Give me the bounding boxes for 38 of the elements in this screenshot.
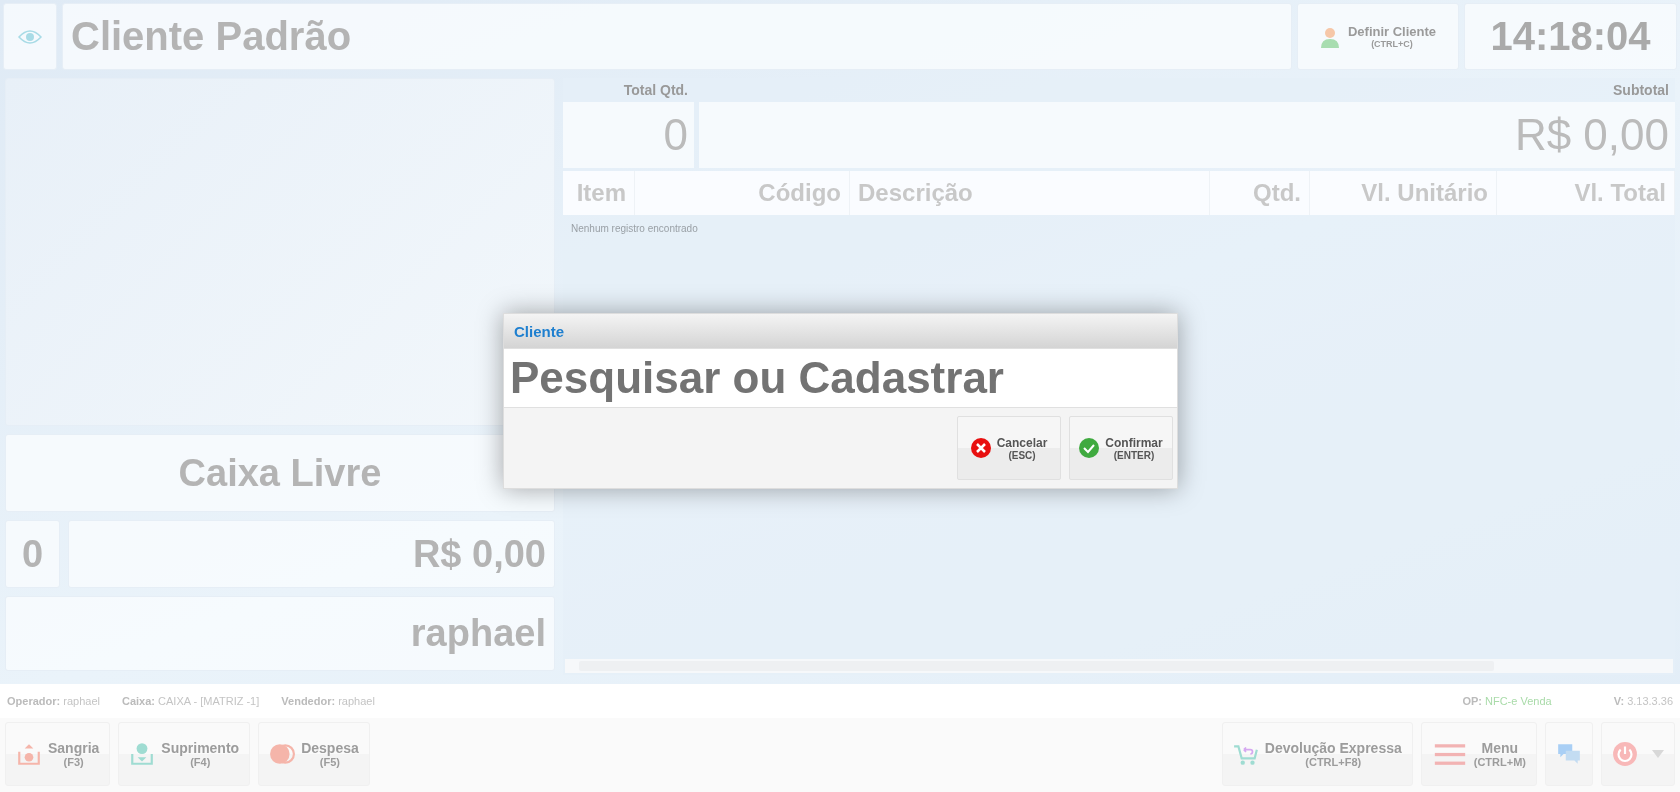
- coins-icon: [269, 741, 296, 767]
- total-qty: 0: [563, 102, 694, 168]
- status-field: Vendedor: raphael: [281, 695, 375, 707]
- chat-button[interactable]: [1545, 722, 1593, 786]
- caret-icon: [1652, 750, 1664, 758]
- customer-name: Cliente Padrão: [62, 3, 1292, 70]
- return-button[interactable]: Devolução Expressa (CTRL+F8): [1221, 722, 1413, 786]
- clock: 14:18:04: [1464, 3, 1677, 70]
- chat-bubbles-icon: [1556, 741, 1582, 767]
- view-button[interactable]: [3, 3, 57, 70]
- money-box-down-icon: [129, 741, 156, 767]
- status-field: Operador: raphael: [7, 695, 100, 707]
- person-icon: [1319, 25, 1340, 48]
- eye-icon: [18, 28, 42, 45]
- customer-search-field[interactable]: Pesquisar ou Cadastrar: [504, 348, 1177, 408]
- power-icon: [1612, 741, 1638, 767]
- define-customer-button[interactable]: Definir Cliente (CTRL+C): [1297, 3, 1459, 70]
- power-button[interactable]: [1601, 722, 1675, 786]
- expense-button[interactable]: Despesa (F5): [258, 722, 370, 786]
- operation-status: OP: NFC-e Venda: [1462, 695, 1552, 707]
- cancel-button[interactable]: Cancelar (ESC): [957, 416, 1061, 480]
- register-status: Caixa Livre: [5, 434, 555, 512]
- confirm-button[interactable]: Confirmar (ENTER): [1069, 416, 1173, 480]
- total-qty-label: Total Qtd.: [622, 82, 688, 98]
- check-icon: [1079, 438, 1100, 458]
- sale-total: R$ 0,00: [68, 520, 555, 588]
- empty-message: Nenhum registro encontrado: [571, 223, 698, 234]
- status-field: Caixa: CAIXA - [MATRIZ -1]: [121, 695, 260, 707]
- operator-name: raphael: [5, 596, 555, 671]
- item-count: 0: [5, 520, 60, 588]
- menu-button[interactable]: Menu (CTRL+M): [1420, 722, 1537, 786]
- dialog-title: Cliente: [514, 322, 564, 340]
- subtotal-label: Subtotal: [1613, 82, 1670, 98]
- close-icon: [970, 438, 991, 458]
- supply-button[interactable]: Suprimento (F4): [118, 722, 251, 786]
- subtotal: R$ 0,00: [699, 102, 1675, 168]
- withdrawal-button[interactable]: Sangria (F3): [5, 722, 111, 786]
- version: V: 3.13.3.36: [1613, 695, 1673, 707]
